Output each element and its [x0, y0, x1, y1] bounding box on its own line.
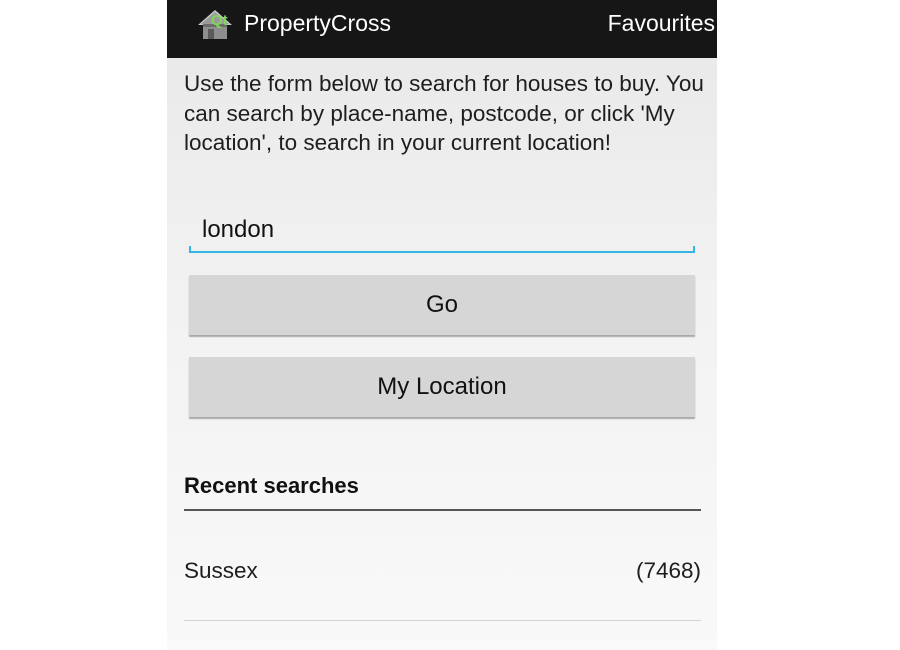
svg-text:Qt: Qt	[211, 12, 228, 29]
search-underline-right-tick	[693, 246, 695, 252]
intro-text: Use the form below to search for houses …	[184, 71, 704, 155]
search-input[interactable]	[189, 210, 695, 250]
section-divider	[184, 509, 701, 511]
recent-search-item[interactable]: Sussex (7468)	[184, 522, 701, 620]
app-screen: Qt PropertyCross Favourites Use the form…	[167, 0, 717, 650]
action-bar: Qt PropertyCross Favourites	[167, 0, 717, 58]
recent-searches-header: Recent searches	[184, 473, 359, 498]
search-field[interactable]	[189, 210, 695, 254]
go-button[interactable]: Go	[189, 275, 695, 335]
recent-search-place: Sussex	[184, 558, 258, 583]
my-location-button[interactable]: My Location	[189, 357, 695, 417]
favourites-action[interactable]: Favourites	[608, 9, 715, 37]
search-underline	[189, 251, 695, 253]
recent-search-count: (7468)	[635, 558, 701, 583]
app-title: PropertyCross	[244, 10, 391, 36]
list-divider	[184, 620, 701, 621]
search-underline-left-tick	[189, 246, 191, 252]
house-qt-app-icon[interactable]: Qt	[196, 8, 234, 40]
